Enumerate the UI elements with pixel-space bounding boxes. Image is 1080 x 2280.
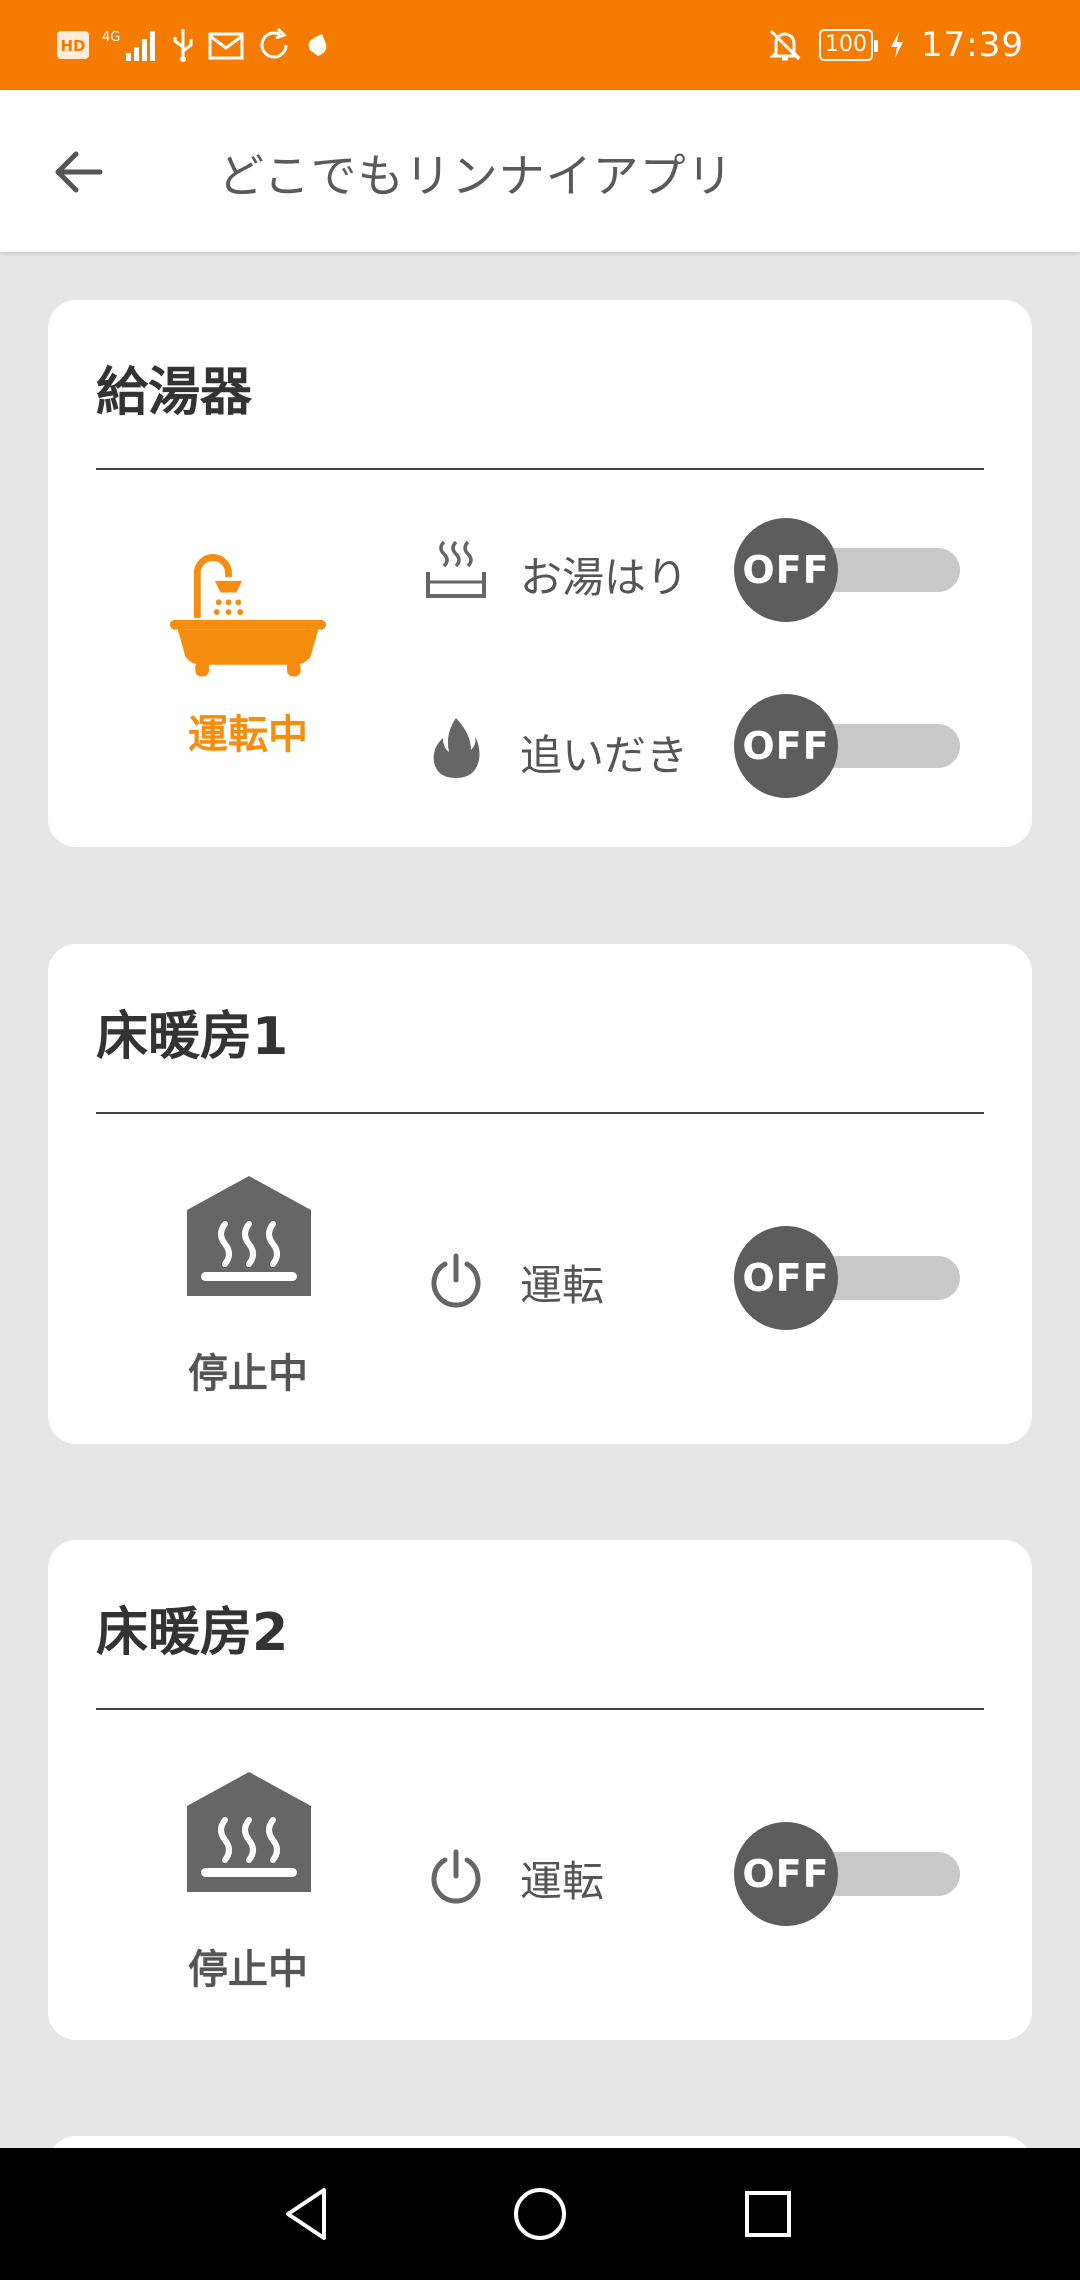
power-icon [424, 1250, 488, 1314]
toggle-thumb: OFF [734, 1822, 838, 1926]
card-title: 給湯器 [96, 363, 253, 423]
status-icons-left: HD 4G [56, 24, 332, 66]
floor-heating-2-card: 床暖房2 停止中 運転 OFF [48, 1540, 1032, 2040]
flame-icon [424, 716, 488, 780]
bath-fill-toggle[interactable]: OFF [734, 518, 960, 622]
mail-icon [208, 24, 244, 66]
card-title: 床暖房2 [96, 1603, 289, 1663]
card-title: 床暖房1 [96, 1007, 289, 1067]
charging-icon [889, 24, 905, 66]
back-button[interactable] [42, 136, 114, 208]
status-bar: HD 4G 100 17:39 [0, 0, 1080, 90]
operation-label: 運転 [520, 1857, 605, 1906]
bathtub-icon [168, 550, 328, 680]
mute-icon [767, 24, 803, 66]
floor-heating-icon [184, 1176, 314, 1296]
divider [96, 1708, 984, 1710]
nav-recents-button[interactable] [728, 2174, 808, 2254]
back-triangle-icon [286, 2188, 326, 2240]
nav-back-button[interactable] [268, 2174, 348, 2254]
sync-icon [256, 24, 292, 66]
device-status: 停止中 [188, 1351, 308, 1397]
navigation-bar [0, 2148, 1080, 2280]
signal-icon: 4G [102, 24, 158, 66]
device-status: 運転中 [188, 712, 308, 758]
usb-icon [170, 24, 196, 66]
device-status: 停止中 [188, 1947, 308, 1993]
recents-square-icon [745, 2191, 791, 2237]
home-circle-icon [514, 2188, 566, 2240]
floor-heating-1-card: 床暖房1 停止中 運転 OFF [48, 944, 1032, 1444]
divider [96, 468, 984, 470]
hd-badge-text: HD [60, 37, 85, 55]
operation-toggle[interactable]: OFF [734, 1822, 960, 1926]
nav-home-button[interactable] [500, 2174, 580, 2254]
toggle-thumb: OFF [734, 694, 838, 798]
water-heater-card: 給湯器 運転中 お湯はり OFF 追いだき OFF [48, 300, 1032, 847]
floor-heating-icon [184, 1772, 314, 1892]
status-time: 17:39 [921, 25, 1024, 65]
divider [96, 1112, 984, 1114]
battery-level: 100 [819, 29, 879, 61]
reheat-toggle[interactable]: OFF [734, 694, 960, 798]
arrow-left-icon [55, 151, 103, 193]
toggle-thumb: OFF [734, 518, 838, 622]
app-bar: どこでもリンナイアプリ [0, 90, 1080, 252]
network-type-text: 4G [102, 30, 120, 45]
reheat-label: 追いだき [520, 731, 689, 780]
operation-label: 運転 [520, 1261, 605, 1310]
bath-fill-icon [424, 538, 488, 602]
toggle-thumb: OFF [734, 1226, 838, 1330]
weather-icon [304, 24, 332, 66]
page-title: どこでもリンナイアプリ [218, 149, 734, 203]
status-icons-right: 100 17:39 [767, 24, 1024, 66]
hd-icon: HD [56, 24, 90, 66]
power-icon [424, 1846, 488, 1910]
operation-toggle[interactable]: OFF [734, 1226, 960, 1330]
bath-fill-label: お湯はり [520, 553, 689, 602]
